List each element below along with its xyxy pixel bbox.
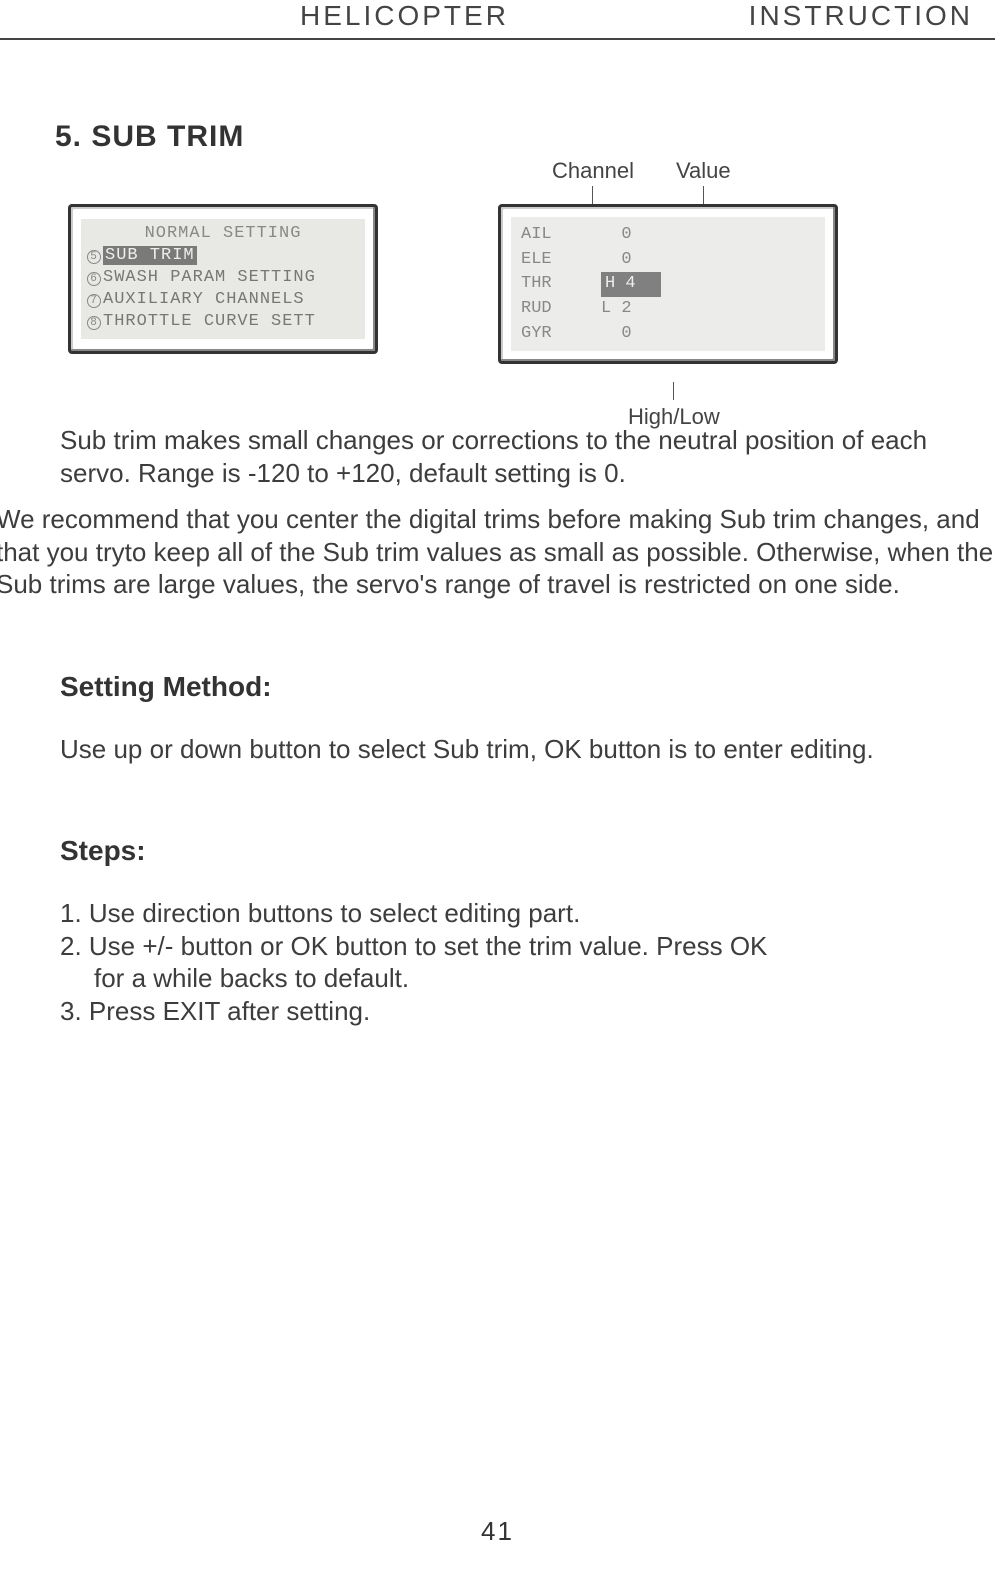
lcd2-val-4: 0 [601,322,661,347]
steps-heading: Steps: [60,835,935,867]
lcd1-item-2: 7AUXILIARY CHANNELS [87,289,359,311]
lcd2-row-2: THR H 4 [521,272,815,297]
paragraph-2: We recommend that you center the digital… [0,503,995,601]
lcd-values-inner: AIL 0 ELE 0 THR H 4 RUD L 2 GYR 0 [511,217,825,351]
lcd1-item-label-2: AUXILIARY CHANNELS [103,290,305,309]
lcd2-ch-4: GYR [521,322,571,347]
lcd-values-screenshot: AIL 0 ELE 0 THR H 4 RUD L 2 GYR 0 [498,204,838,364]
callout-channel-label: Channel [552,158,634,183]
lcd2-val-0: 0 [601,223,661,248]
lcd1-item-0: 5SUB TRIM [87,245,359,267]
paragraph-1: Sub trim makes small changes or correcti… [60,424,935,489]
lcd-menu-inner: NORMAL SETTING 5SUB TRIM 6SWASH PARAM SE… [81,219,365,339]
step-2: 2. Use +/- button or OK button to set th… [60,930,935,963]
step-2-cont: for a while backs to default. [60,962,935,995]
lcd-values-wrap: Channel Value AIL 0 ELE 0 THRH 4 RUDL 2 … [498,204,838,364]
setting-method-text: Use up or down button to select Sub trim… [60,733,935,766]
tick-icon [673,382,674,400]
screens-row: NORMAL SETTING 5SUB TRIM 6SWASH PARAM SE… [68,204,995,364]
lcd1-item-label-3: THROTTLE CURVE SETT [103,312,316,331]
lcd2-row-3: RUD L 2 [521,297,815,322]
setting-method-heading: Setting Method: [60,671,935,703]
lcd1-item-1: 6SWASH PARAM SETTING [87,267,359,289]
lcd1-item-3: 8THROTTLE CURVE SETT [87,311,359,333]
lcd1-item-label-0: SUB TRIM [103,246,197,265]
callout-value-label: Value [676,158,731,183]
section-title: 5. SUB TRIM [55,120,995,154]
lcd2-row-1: ELE 0 [521,248,815,273]
tick-icon [703,186,704,204]
lcd1-item-num-0: 5 [87,250,101,264]
callout-value: Value [676,158,731,204]
header-left: HELICOPTER [300,0,509,32]
tick-icon [592,186,593,204]
callout-hilo-label: High/Low [628,404,720,429]
lcd2-row-4: GYR 0 [521,322,815,347]
page-header: HELICOPTER INSTRUCTION [0,0,995,40]
lcd2-val-2: H 4 [601,272,661,297]
lcd2-ch-2: THR [521,272,571,297]
lcd1-item-num-1: 6 [87,272,101,286]
step-3: 3. Press EXIT after setting. [60,995,935,1028]
lcd2-row-0: AIL 0 [521,223,815,248]
lcd2-ch-0: AIL [521,223,571,248]
callout-hilo: High/Low [628,382,720,430]
lcd2-ch-3: RUD [521,297,571,322]
lcd1-item-num-3: 8 [87,316,101,330]
page-number: 41 [0,1516,995,1547]
lcd2-ch-1: ELE [521,248,571,273]
lcd1-item-num-2: 7 [87,294,101,308]
lcd-menu-screenshot: NORMAL SETTING 5SUB TRIM 6SWASH PARAM SE… [68,204,378,354]
lcd1-item-label-1: SWASH PARAM SETTING [103,268,316,287]
steps-list: 1. Use direction buttons to select editi… [60,897,935,1027]
lcd2-val-1: 0 [601,248,661,273]
header-right: INSTRUCTION [749,0,983,32]
callout-channel: Channel [552,158,634,204]
step-1: 1. Use direction buttons to select editi… [60,897,935,930]
lcd2-val-3: L 2 [601,297,661,322]
lcd1-header: NORMAL SETTING [87,223,359,245]
